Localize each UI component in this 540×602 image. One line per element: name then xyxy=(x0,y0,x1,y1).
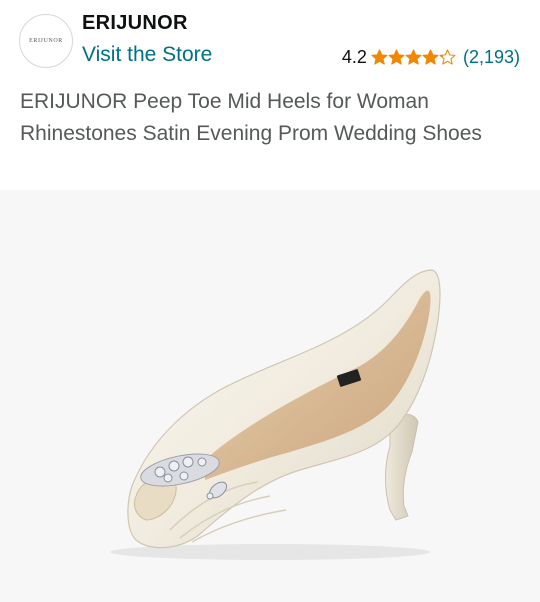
store-logo-text: ERIJUNOR xyxy=(29,38,63,44)
store-header: ERIJUNOR ERIJUNOR Visit the Store 4.2 (2… xyxy=(0,0,540,86)
product-image[interactable] xyxy=(0,190,540,602)
brand-name: ERIJUNOR xyxy=(82,12,188,34)
visit-store-link[interactable]: Visit the Store xyxy=(82,43,212,67)
product-title: ERIJUNOR Peep Toe Mid Heels for Woman Rh… xyxy=(20,90,482,145)
star-icon xyxy=(422,48,439,65)
star-rating xyxy=(371,48,456,66)
star-icon xyxy=(405,48,422,65)
rating-count[interactable]: (2,193) xyxy=(463,47,520,68)
rating-value: 4.2 xyxy=(341,46,367,67)
star-icon xyxy=(439,48,456,65)
shoe-illustration xyxy=(110,269,441,560)
store-logo[interactable]: ERIJUNOR xyxy=(19,14,73,68)
star-icon xyxy=(388,48,405,65)
rating-summary[interactable]: 4.2 (2,193) xyxy=(342,45,520,69)
star-icon xyxy=(371,48,388,65)
